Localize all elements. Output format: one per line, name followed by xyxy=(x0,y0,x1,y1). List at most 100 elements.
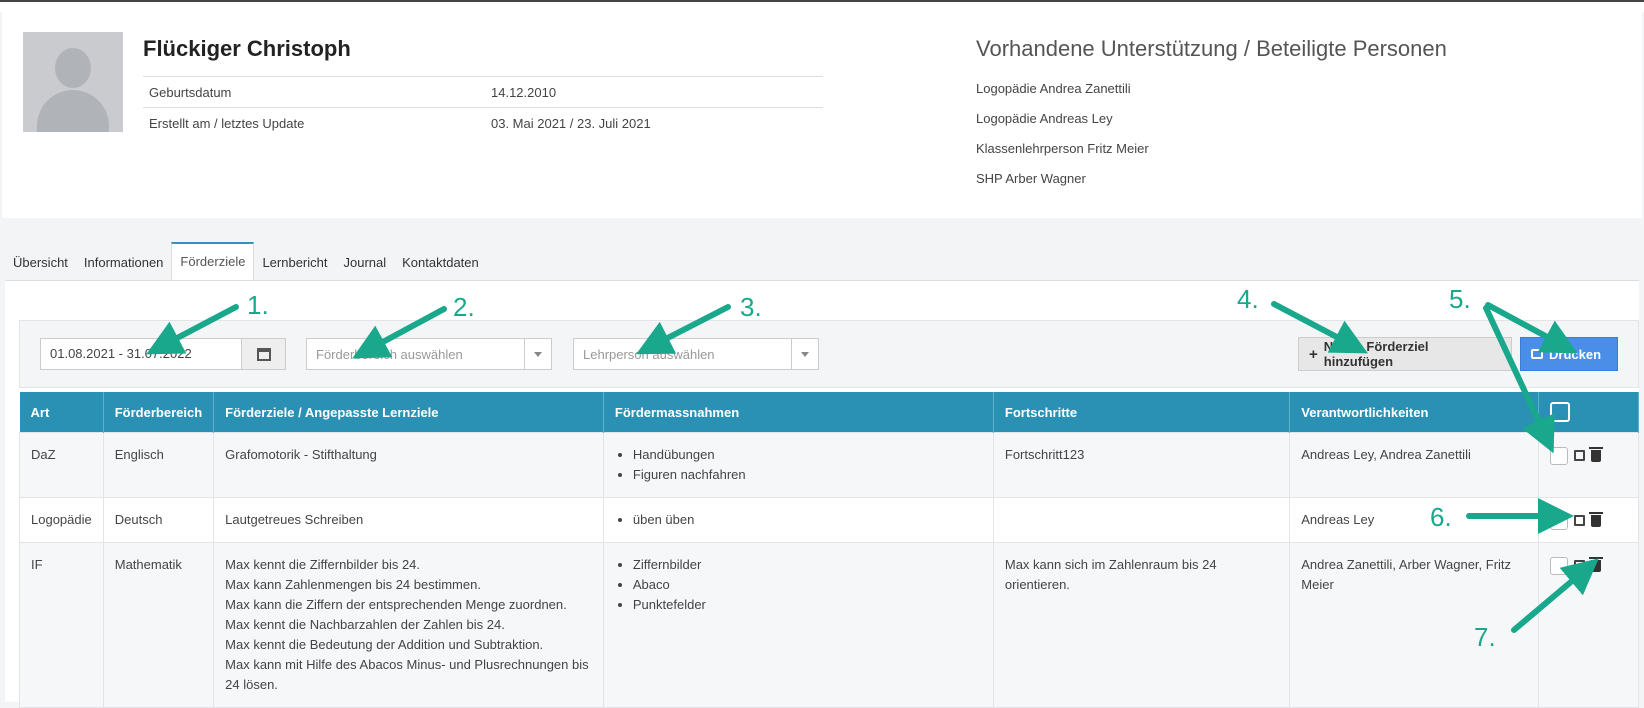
cell-verantwortlich: Andrea Zanettili, Arber Wagner, Fritz Me… xyxy=(1289,542,1540,708)
tab-bar: Übersicht Informationen Förderziele Lern… xyxy=(5,242,487,281)
add-goal-button[interactable]: + Neues Förderziel hinzufügen xyxy=(1298,337,1512,371)
goals-table: Art Förderbereich Förderziele / Angepass… xyxy=(19,392,1639,708)
add-goal-label: Neues Förderziel hinzufügen xyxy=(1323,339,1429,369)
ziel-line: Max kann mit Hilfe des Abacos Minus- und… xyxy=(225,657,589,692)
info-row-birthdate: Geburtsdatum 14.12.2010 xyxy=(143,76,823,108)
table-row: Logopädie Deutsch Lautgetreues Schreiben… xyxy=(19,497,1639,543)
ziel-line: Max kennt die Ziffernbilder bis 24. xyxy=(225,557,421,572)
table-row: DaZ Englisch Grafomotorik - Stifthaltung… xyxy=(19,432,1639,498)
cell-ziele: Lautgetreues Schreiben xyxy=(213,497,604,543)
annotation-label: 7. xyxy=(1474,622,1496,652)
edit-icon[interactable] xyxy=(1574,560,1586,572)
info-label: Geburtsdatum xyxy=(143,76,485,108)
cell-ziele: Grafomotorik - Stifthaltung xyxy=(213,432,604,498)
profile-header: Flückiger Christoph Geburtsdatum 14.12.2… xyxy=(2,12,1642,218)
cell-verantwortlich: Andreas Ley xyxy=(1289,497,1540,543)
top-border xyxy=(0,0,1644,12)
student-name: Flückiger Christoph xyxy=(143,36,351,61)
teacher-select-placeholder: Lehrperson auswählen xyxy=(583,347,715,362)
trash-icon[interactable] xyxy=(1589,511,1604,527)
table-header-row: Art Förderbereich Förderziele / Angepass… xyxy=(19,392,1639,433)
support-person: Klassenlehrperson Fritz Meier xyxy=(976,141,1149,156)
row-checkbox[interactable] xyxy=(1550,511,1569,530)
tab-informationen[interactable]: Informationen xyxy=(76,245,172,281)
trash-icon[interactable] xyxy=(1589,556,1604,572)
chevron-down-icon xyxy=(791,339,818,369)
chevron-down-icon xyxy=(524,339,551,369)
massnahme-item: Punktefelder xyxy=(633,595,982,615)
cell-ziele: Max kennt die Ziffernbilder bis 24. Max … xyxy=(213,542,604,708)
profile-info-table: Geburtsdatum 14.12.2010 Erstellt am / le… xyxy=(143,76,823,138)
massnahme-item: Ziffernbilder xyxy=(633,555,982,575)
avatar-head xyxy=(55,48,91,88)
cell-massnahmen: üben üben xyxy=(602,497,994,543)
tab-kontaktdaten[interactable]: Kontaktdaten xyxy=(394,245,487,281)
cell-art: IF xyxy=(19,542,104,708)
cell-bereich: Deutsch xyxy=(102,497,215,543)
massnahme-item: üben üben xyxy=(633,510,982,530)
massnahme-item: Figuren nachfahren xyxy=(633,465,982,485)
teacher-select[interactable]: Lehrperson auswählen xyxy=(573,338,819,370)
ziel-line: Max kann Zahlenmengen bis 24 bestimmen. xyxy=(225,577,481,592)
ziel-line: Max kennt die Bedeutung der Addition und… xyxy=(225,637,544,652)
column-header: Fortschritte xyxy=(993,392,1291,433)
avatar xyxy=(23,32,123,132)
cell-actions xyxy=(1538,497,1639,543)
print-label: Drucken xyxy=(1549,346,1602,362)
info-value: 03. Mai 2021 / 23. Juli 2021 xyxy=(485,107,823,138)
cell-actions xyxy=(1538,542,1639,708)
tab-foerderziele[interactable]: Förderziele xyxy=(171,242,255,281)
support-person: Logopädie Andreas Ley xyxy=(976,111,1113,126)
calendar-icon xyxy=(256,347,271,361)
area-select[interactable]: Förderbereich auswählen xyxy=(306,338,552,370)
cell-bereich: Englisch xyxy=(102,432,215,498)
print-icon xyxy=(1531,349,1543,359)
select-all-cell xyxy=(1538,392,1639,433)
row-checkbox[interactable] xyxy=(1550,556,1569,575)
annotation-label: 4. xyxy=(1237,284,1259,314)
support-list: Logopädie Andrea Zanettili Logopädie And… xyxy=(976,78,1149,198)
column-header: Förderbereich xyxy=(103,392,215,433)
tab-uebersicht[interactable]: Übersicht xyxy=(5,245,76,281)
cell-art: Logopädie xyxy=(19,497,104,543)
tab-journal[interactable]: Journal xyxy=(336,245,395,281)
edit-icon[interactable] xyxy=(1574,450,1586,462)
avatar-body xyxy=(37,90,109,132)
cell-fortschritte: Fortschritt123 xyxy=(992,432,1291,498)
tab-lernbericht[interactable]: Lernbericht xyxy=(254,245,335,281)
massnahme-item: Handübungen xyxy=(633,445,982,465)
trash-icon[interactable] xyxy=(1589,446,1604,462)
print-button[interactable]: Drucken xyxy=(1520,337,1618,371)
date-picker-button[interactable] xyxy=(241,338,286,370)
select-all-checkbox[interactable] xyxy=(1550,402,1571,422)
annotation-label: 2. xyxy=(453,292,475,322)
cell-massnahmen: Handübungen Figuren nachfahren xyxy=(602,432,994,498)
ziel-line: Max kann die Ziffern der entsprechenden … xyxy=(225,597,567,612)
column-header: Förderziele / Angepasste Lernziele xyxy=(213,392,604,433)
area-select-placeholder: Förderbereich auswählen xyxy=(316,347,463,362)
cell-fortschritte xyxy=(992,497,1291,543)
cell-verantwortlich: Andreas Ley, Andrea Zanettili xyxy=(1289,432,1540,498)
column-header: Fördermassnahmen xyxy=(603,392,994,433)
annotation-label: 5. xyxy=(1449,284,1471,314)
cell-actions xyxy=(1538,432,1639,498)
info-row-updated: Erstellt am / letztes Update 03. Mai 202… xyxy=(143,107,823,138)
date-range-input[interactable]: 01.08.2021 - 31.07.2022 xyxy=(40,338,242,370)
info-label: Erstellt am / letztes Update xyxy=(143,107,485,138)
annotation-label: 3. xyxy=(740,292,762,322)
massnahme-item: Abaco xyxy=(633,575,982,595)
column-header: Art xyxy=(19,392,104,433)
edit-icon[interactable] xyxy=(1574,515,1586,527)
cell-fortschritte: Max kann sich im Zahlenraum bis 24 orien… xyxy=(992,542,1291,708)
cell-bereich: Mathematik xyxy=(102,542,215,708)
plus-icon: + xyxy=(1309,345,1318,363)
info-value: 14.12.2010 xyxy=(485,76,823,108)
row-checkbox[interactable] xyxy=(1550,446,1569,465)
ziel-line: Max kennt die Nachbarzahlen der Zahlen b… xyxy=(225,617,505,632)
annotation-label: 1. xyxy=(247,290,269,320)
cell-art: DaZ xyxy=(19,432,104,498)
support-person: Logopädie Andrea Zanettili xyxy=(976,81,1131,96)
support-title: Vorhandene Unterstützung / Beteiligte Pe… xyxy=(976,36,1447,61)
cell-massnahmen: Ziffernbilder Abaco Punktefelder xyxy=(602,542,994,708)
ziel-line: Lautgetreues Schreiben xyxy=(225,512,364,527)
